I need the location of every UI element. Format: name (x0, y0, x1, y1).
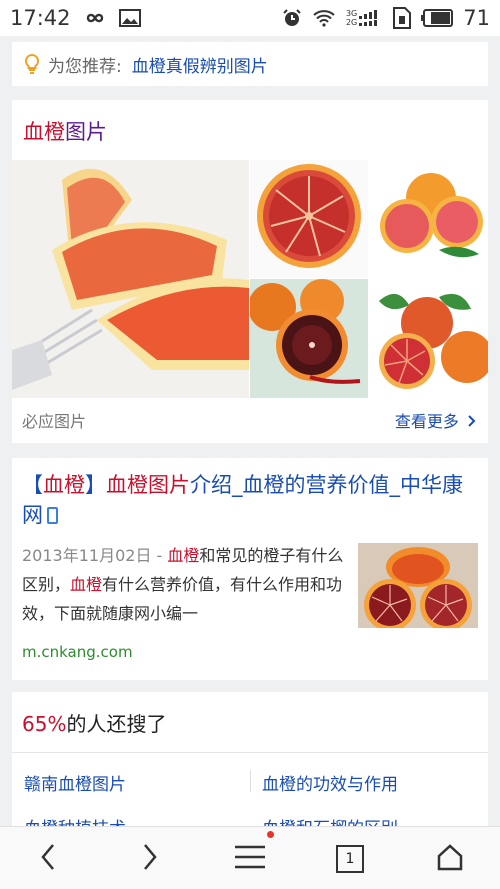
menu-button[interactable] (220, 827, 280, 889)
status-time: 17:42 (10, 6, 71, 30)
image-blood-orange-slices-fork[interactable] (12, 160, 249, 398)
forward-icon (142, 843, 158, 875)
related-searches-card: 65%的人还搜了 赣南血橙图片 血橙的功效与作用 血橙种植技术 血橙和石榴的区别 (12, 692, 488, 839)
home-icon (436, 843, 464, 875)
image-icon (118, 9, 141, 27)
home-button[interactable] (420, 827, 480, 889)
status-bar: 17:42 3G 2G 71 (0, 0, 500, 36)
result-url[interactable]: m.cnkang.com (22, 643, 133, 661)
image-blood-oranges-leaves[interactable] (369, 279, 488, 398)
search-result-card: 【血橙】血橙图片介绍_血橙的营养价值_中华康网 2013年11月02日 - 血橙… (12, 458, 488, 680)
related-search-item[interactable]: 赣南血橙图片 (24, 770, 126, 795)
column-divider (250, 770, 251, 792)
tabs-icon: 1 (336, 844, 364, 873)
back-icon (40, 843, 56, 875)
image-blood-orange-half[interactable] (250, 160, 368, 278)
image-pink-halves[interactable] (369, 160, 488, 278)
forward-button[interactable] (120, 827, 180, 889)
battery-percent: 71 (463, 6, 490, 30)
related-search-item[interactable]: 血橙的功效与作用 (262, 770, 398, 795)
view-more-link[interactable]: 查看更多 (395, 408, 476, 432)
signal-icon: 3G 2G (346, 9, 383, 27)
image-card-title[interactable]: 血橙图片 (23, 116, 107, 146)
image-dark-blood-orange[interactable] (250, 279, 368, 398)
tabs-button[interactable]: 1 (320, 827, 380, 889)
image-source-label: 必应图片 (22, 412, 87, 431)
image-grid (12, 160, 488, 398)
back-button[interactable] (18, 827, 78, 889)
recommend-bar: 为您推荐: 血橙真假辨别图片 (12, 42, 488, 86)
battery-icon (421, 9, 454, 27)
tab-count: 1 (345, 850, 355, 867)
wifi-icon (312, 9, 336, 27)
divider (12, 752, 488, 753)
image-results-card: 血橙图片 必应图片 查看更多 (12, 100, 488, 443)
infinity-icon (81, 10, 109, 26)
result-snippet: 2013年11月02日 - 血橙和常见的橙子有什么区别，血橙有什么营养价值，有什… (22, 546, 344, 623)
recommend-link[interactable]: 血橙真假辨别图片 (132, 52, 268, 77)
notification-dot (267, 831, 274, 838)
lightbulb-icon (24, 53, 40, 75)
menu-icon (234, 845, 266, 873)
result-title-link[interactable]: 【血橙】血橙图片介绍_血橙的营养价值_中华康网 (22, 470, 478, 530)
chevron-right-icon (468, 412, 476, 431)
recommend-label: 为您推荐: (48, 56, 122, 77)
sim-icon (393, 7, 412, 29)
alarm-icon (282, 8, 302, 28)
related-searches-title: 65%的人还搜了 (22, 712, 167, 736)
phone-icon (47, 507, 58, 524)
result-thumbnail[interactable] (358, 543, 478, 628)
bottom-toolbar: 1 (0, 826, 500, 889)
